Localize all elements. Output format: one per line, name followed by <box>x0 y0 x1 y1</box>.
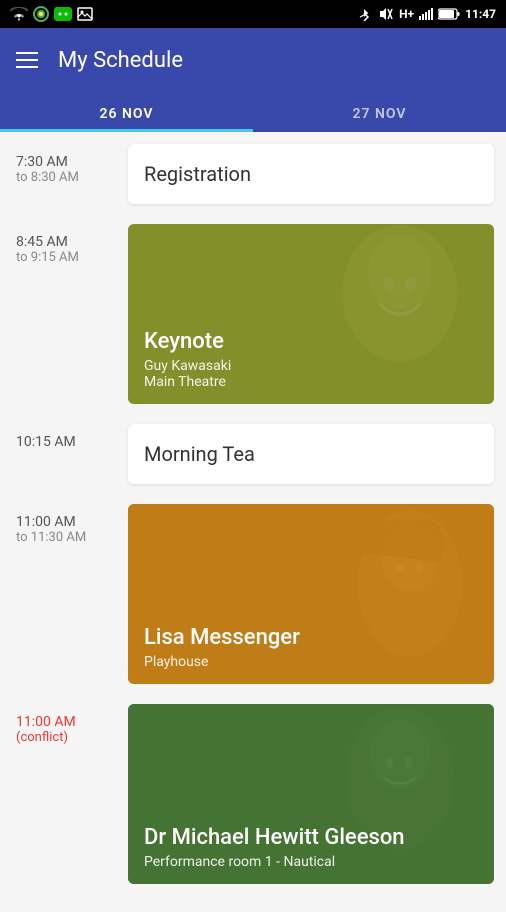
time-col-registration: 7:30 AM to 8:30 AM <box>16 144 116 185</box>
time-start-keynote: 8:45 AM <box>16 234 116 250</box>
volume-icon <box>376 7 394 21</box>
tab-bar: 26 NOV 27 NOV <box>0 92 506 132</box>
tab-26-nov[interactable]: 26 NOV <box>0 92 253 132</box>
michael-content: Dr Michael Hewitt Gleeson Performance ro… <box>128 811 494 884</box>
keynote-content: Keynote Guy Kawasaki Main Theatre <box>128 315 494 404</box>
globe-icon <box>33 6 49 22</box>
time-end-lisa: to 11:30 AM <box>16 530 116 545</box>
card-morning-tea[interactable]: Morning Tea <box>128 424 494 484</box>
schedule-row-michael: 11:00 AM (conflict) Dr Michael Hewitt Gl… <box>0 692 506 892</box>
time-start-michael: 11:00 AM <box>16 714 116 730</box>
time-col-keynote: 8:45 AM to 9:15 AM <box>16 224 116 265</box>
card-lisa[interactable]: Lisa Messenger Playhouse <box>128 504 494 684</box>
lisa-content: Lisa Messenger Playhouse <box>128 611 494 684</box>
keynote-sub1: Guy Kawasaki <box>144 358 478 374</box>
status-bar: H+ 11:47 <box>0 0 506 28</box>
wifi-icon <box>10 7 28 21</box>
michael-sub2: Performance room 1 - Nautical <box>144 854 478 870</box>
card-michael[interactable]: Dr Michael Hewitt Gleeson Performance ro… <box>128 704 494 884</box>
lisa-title: Lisa Messenger <box>144 625 478 650</box>
keynote-title: Keynote <box>144 329 478 354</box>
clock: 11:47 <box>465 7 496 21</box>
time-col-morning-tea: 10:15 AM <box>16 424 116 450</box>
tab-27-nov[interactable]: 27 NOV <box>253 92 506 132</box>
hamburger-menu[interactable] <box>16 52 38 68</box>
status-icons <box>10 6 93 22</box>
schedule-row-lisa: 11:00 AM to 11:30 AM Lisa Messenger Play… <box>0 492 506 692</box>
image-icon <box>77 7 93 21</box>
card-keynote[interactable]: Keynote Guy Kawasaki Main Theatre <box>128 224 494 404</box>
time-start-registration: 7:30 AM <box>16 154 116 170</box>
lisa-sub2: Playhouse <box>144 654 478 670</box>
time-end-keynote: to 9:15 AM <box>16 250 116 265</box>
schedule-list: 7:30 AM to 8:30 AM Registration 8:45 AM … <box>0 132 506 912</box>
schedule-row-registration: 7:30 AM to 8:30 AM Registration <box>0 132 506 212</box>
schedule-row-keynote: 8:45 AM to 9:15 AM Keynote Guy Kawasaki … <box>0 212 506 412</box>
time-start-morning-tea: 10:15 AM <box>16 434 116 450</box>
michael-title: Dr Michael Hewitt Gleeson <box>144 825 478 850</box>
page-title: My Schedule <box>58 48 183 73</box>
signal-icon <box>419 8 433 20</box>
time-start-lisa: 11:00 AM <box>16 514 116 530</box>
top-bar: My Schedule <box>0 28 506 92</box>
wechat-icon <box>54 7 72 21</box>
card-registration[interactable]: Registration <box>128 144 494 204</box>
card-title-morning-tea: Morning Tea <box>144 442 255 466</box>
bluetooth-icon <box>357 7 371 21</box>
status-right: H+ 11:47 <box>357 7 496 21</box>
time-end-michael: (conflict) <box>16 730 116 745</box>
time-col-michael: 11:00 AM (conflict) <box>16 704 116 745</box>
time-end-registration: to 8:30 AM <box>16 170 116 185</box>
battery-icon <box>438 8 460 20</box>
time-col-lisa: 11:00 AM to 11:30 AM <box>16 504 116 545</box>
network-indicator: H+ <box>399 7 414 21</box>
card-title-registration: Registration <box>144 162 251 186</box>
schedule-row-morning-tea: 10:15 AM Morning Tea <box>0 412 506 492</box>
keynote-sub2: Main Theatre <box>144 374 478 390</box>
